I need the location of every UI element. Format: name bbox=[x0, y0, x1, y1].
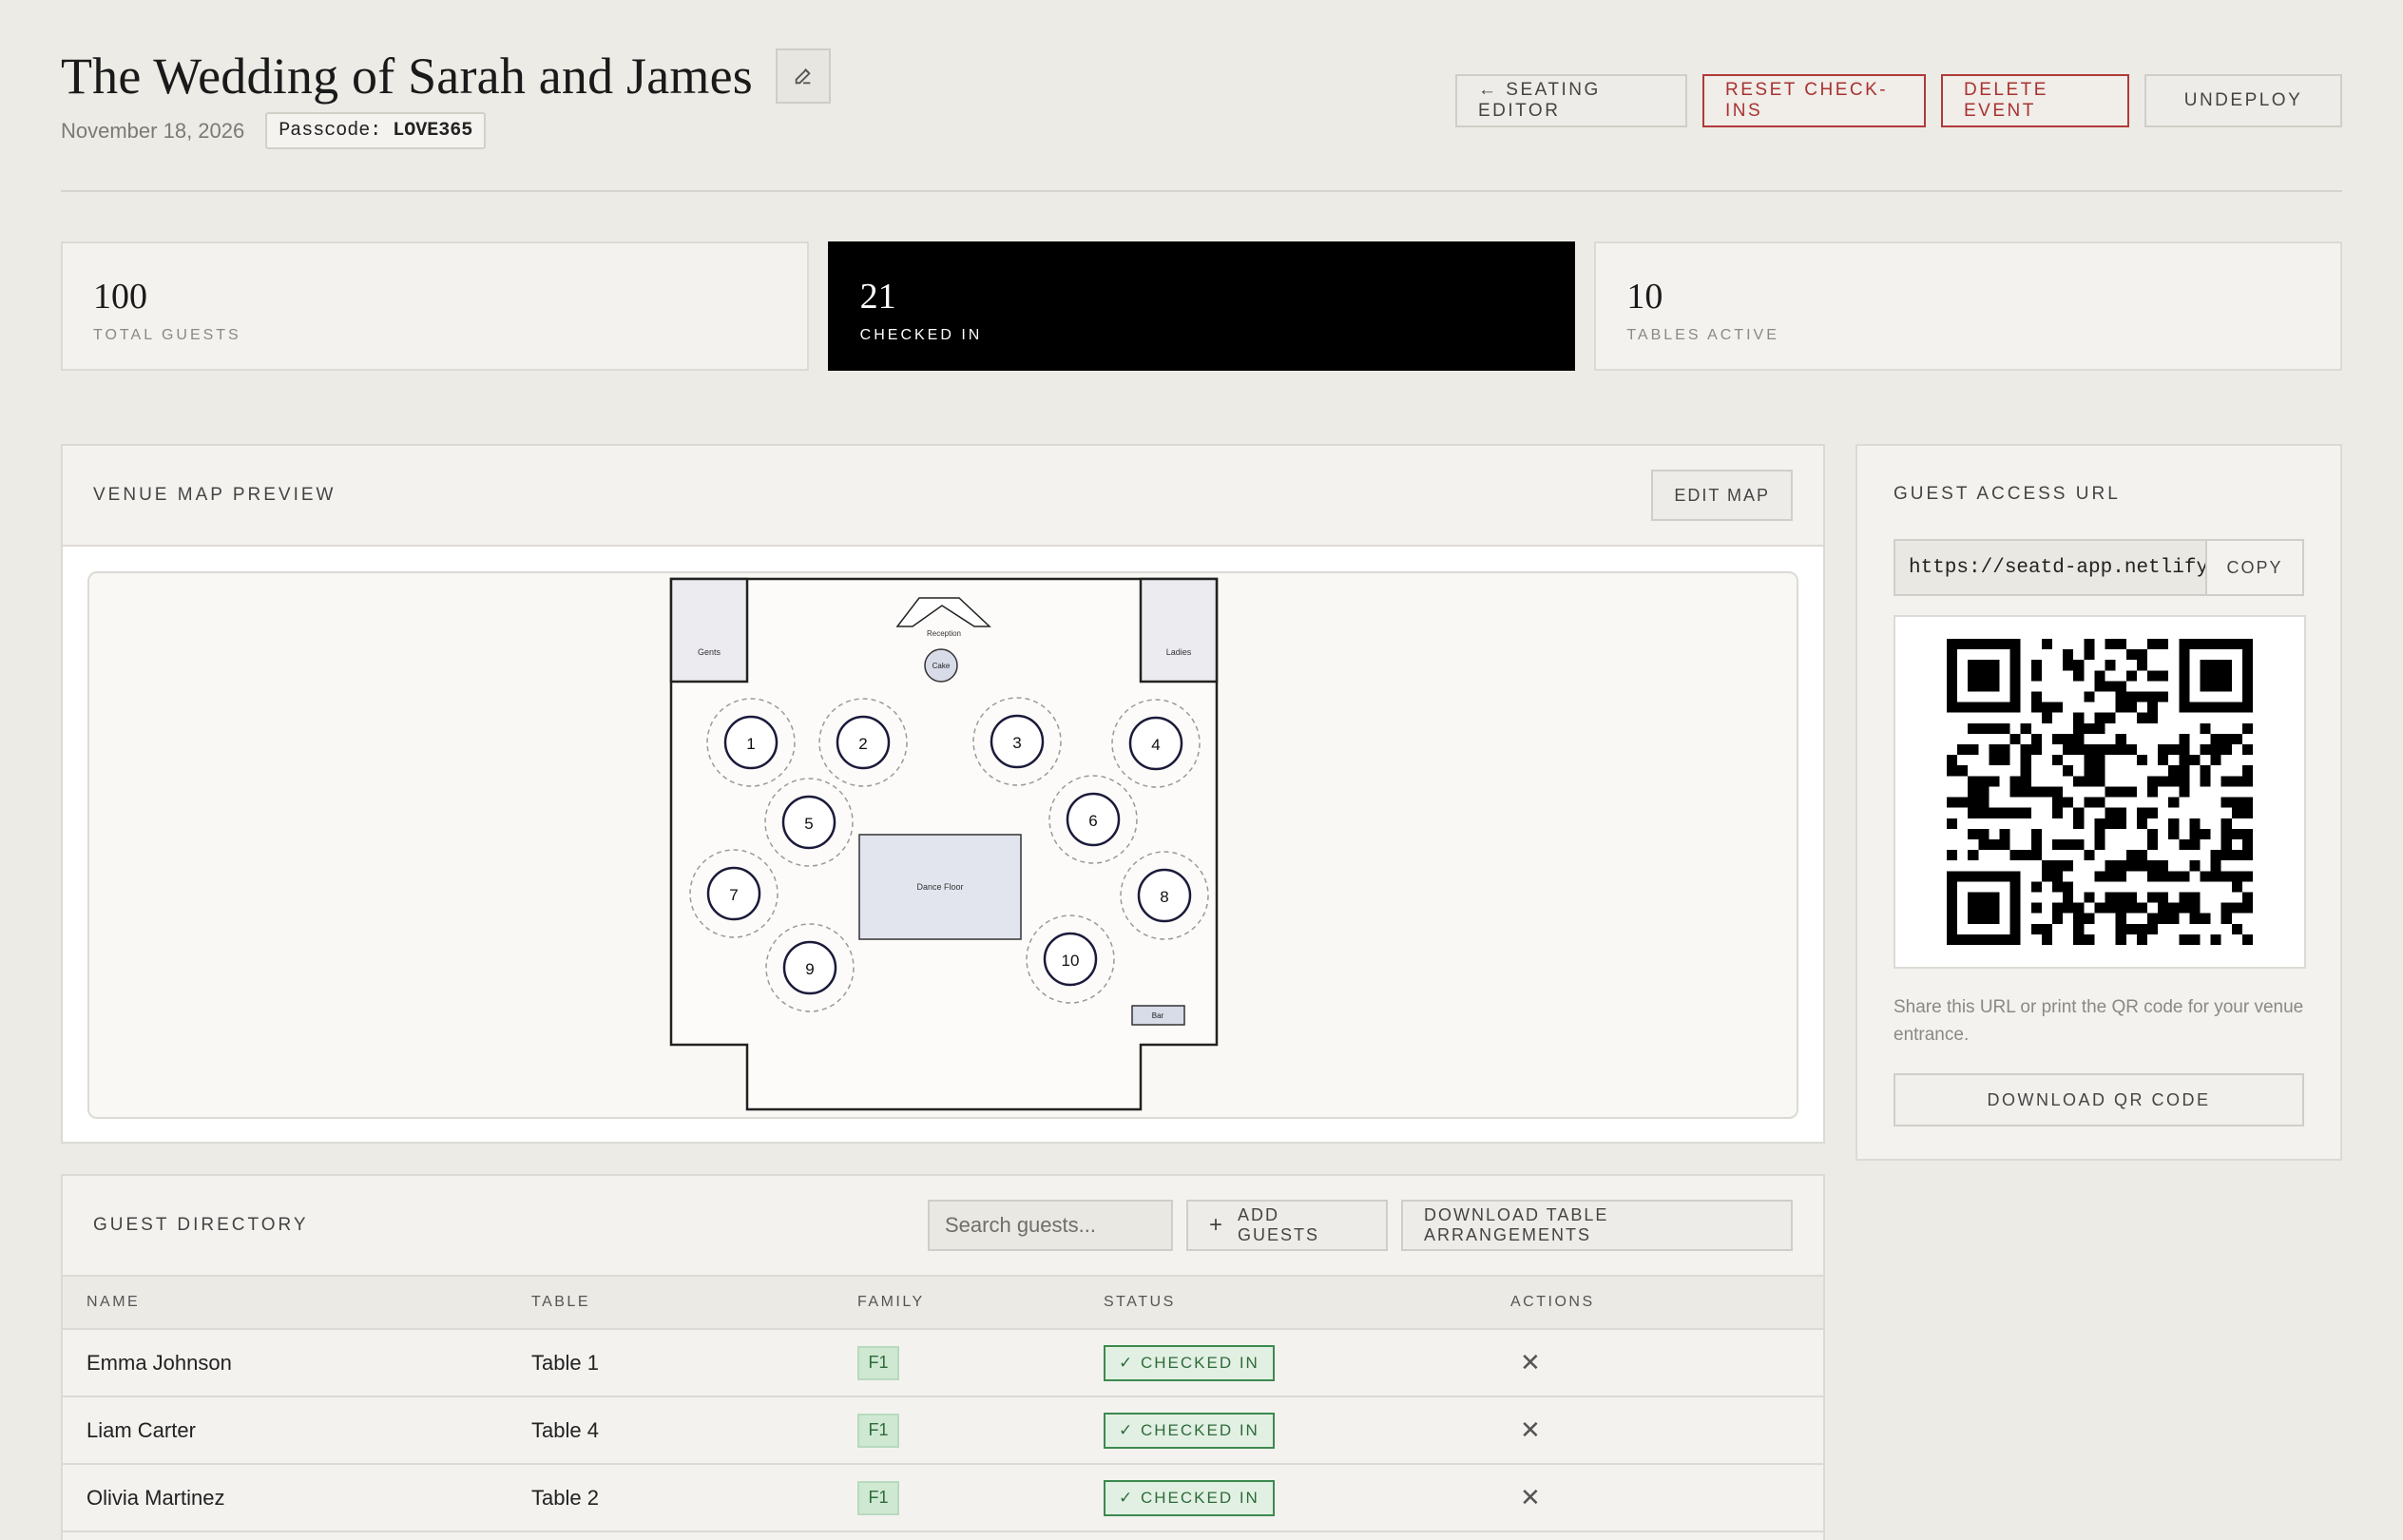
search-guests-input[interactable] bbox=[928, 1200, 1173, 1251]
guest-table: Table 4 bbox=[531, 1417, 599, 1442]
bar-label: Bar bbox=[1152, 1011, 1164, 1020]
guest-directory-card: GUEST DIRECTORY + ADD GUESTS DOWNLOAD TA… bbox=[61, 1174, 1825, 1540]
venue-map-title: VENUE MAP PREVIEW bbox=[93, 485, 336, 505]
col-table[interactable]: TABLE bbox=[531, 1294, 857, 1311]
table-row: Emma Johnson Table 1 F1 ✓ CHECKED IN ✕ bbox=[63, 1330, 1823, 1397]
table-number: 9 bbox=[805, 960, 814, 978]
status-badge[interactable]: ✓ CHECKED IN bbox=[1104, 1412, 1275, 1449]
col-name[interactable]: NAME bbox=[63, 1294, 531, 1311]
stat-checked-in: 21 CHECKED IN bbox=[827, 241, 1576, 371]
col-status[interactable]: STATUS bbox=[1104, 1294, 1510, 1311]
table-number: 8 bbox=[1160, 888, 1168, 906]
table-number: 10 bbox=[1062, 952, 1080, 970]
stats-row: 100 TOTAL GUESTS 21 CHECKED IN 10 TABLES… bbox=[61, 241, 2343, 371]
reset-checkins-button[interactable]: RESET CHECK-INS bbox=[1702, 74, 1926, 127]
guest-directory-title: GUEST DIRECTORY bbox=[93, 1215, 309, 1235]
venue-map-card: VENUE MAP PREVIEW EDIT MAP Gents Ladies … bbox=[61, 444, 1825, 1144]
url-row: https://seatd-app.netlify. COPY bbox=[1894, 539, 2304, 596]
page-title: The Wedding of Sarah and James bbox=[61, 48, 753, 105]
family-badge: F1 bbox=[857, 1480, 899, 1515]
stat-label: CHECKED IN bbox=[859, 327, 983, 343]
page-header: The Wedding of Sarah and James November … bbox=[61, 46, 2342, 192]
guest-url-field[interactable]: https://seatd-app.netlify. bbox=[1895, 541, 2205, 594]
guest-table: Table 2 bbox=[531, 1485, 599, 1510]
plus-icon: + bbox=[1209, 1212, 1225, 1238]
delete-event-button[interactable]: DELETE EVENT bbox=[1941, 74, 2129, 127]
venue-map-frame: Gents Ladies Reception Cake Dance Floor … bbox=[87, 571, 1798, 1119]
guest-access-title: GUEST ACCESS URL bbox=[1894, 484, 2121, 504]
guest-name: Olivia Martinez bbox=[87, 1485, 225, 1510]
dance-floor-label: Dance Floor bbox=[916, 882, 963, 892]
remove-guest-icon[interactable]: ✕ bbox=[1520, 1415, 1541, 1444]
table-row: Olivia Martinez Table 2 F1 ✓ CHECKED IN … bbox=[63, 1465, 1823, 1532]
ladies-label: Ladies bbox=[1166, 647, 1192, 657]
ladies-room bbox=[1139, 577, 1219, 683]
download-table-arrangements-button[interactable]: DOWNLOAD TABLE ARRANGEMENTS bbox=[1401, 1200, 1793, 1251]
stat-value: 100 bbox=[93, 277, 147, 317]
table-number: 3 bbox=[1012, 734, 1021, 752]
table-number: 4 bbox=[1151, 736, 1160, 754]
guest-table: Table 1 bbox=[531, 1350, 599, 1375]
guest-name: Liam Carter bbox=[87, 1417, 196, 1442]
cake-label: Cake bbox=[932, 662, 951, 670]
status-badge[interactable]: ✓ CHECKED IN bbox=[1104, 1344, 1275, 1381]
table-number: 1 bbox=[746, 735, 755, 753]
venue-map-area: Gents Ladies Reception Cake Dance Floor … bbox=[63, 547, 1823, 1142]
gents-label: Gents bbox=[698, 647, 721, 657]
edit-map-button[interactable]: EDIT MAP bbox=[1651, 470, 1793, 521]
pencil-icon bbox=[795, 68, 811, 85]
stat-value: 21 bbox=[859, 277, 896, 317]
add-guests-label: ADD GUESTS bbox=[1238, 1205, 1320, 1244]
guest-url-text: https://seatd-app.netlify. bbox=[1909, 556, 2205, 579]
remove-guest-icon[interactable]: ✕ bbox=[1520, 1483, 1541, 1511]
remove-guest-icon[interactable]: ✕ bbox=[1520, 1348, 1541, 1376]
reception-label: Reception bbox=[927, 629, 961, 638]
seating-editor-button[interactable]: ← SEATING EDITOR bbox=[1455, 74, 1687, 127]
access-help-text: Share this URL or print the QR code for … bbox=[1894, 997, 2304, 1045]
table-number: 7 bbox=[729, 886, 738, 904]
floor-plan: Gents Ladies Reception Cake Dance Floor … bbox=[669, 577, 1219, 1111]
col-family[interactable]: FAMILY bbox=[857, 1294, 1104, 1311]
table-number: 6 bbox=[1088, 812, 1097, 830]
table-header: NAME TABLE FAMILY STATUS ACTIONS bbox=[63, 1277, 1823, 1330]
guest-access-card: GUEST ACCESS URL https://seatd-app.netli… bbox=[1855, 444, 2342, 1161]
add-guests-button[interactable]: + ADD GUESTS bbox=[1186, 1200, 1388, 1251]
stat-label: TABLES ACTIVE bbox=[1626, 327, 1779, 343]
passcode-value: LOVE365 bbox=[393, 120, 473, 142]
guest-name: Emma Johnson bbox=[87, 1350, 232, 1375]
qr-code bbox=[1947, 639, 2253, 945]
table-number: 2 bbox=[858, 735, 867, 753]
passcode-label: Passcode: bbox=[279, 120, 382, 142]
passcode-badge: Passcode: LOVE365 bbox=[265, 112, 487, 149]
status-badge[interactable]: ✓ CHECKED IN bbox=[1104, 1479, 1275, 1516]
stat-tables-active: 10 TABLES ACTIVE bbox=[1594, 241, 2343, 371]
stat-value: 10 bbox=[1626, 277, 1663, 317]
stat-total-guests: 100 TOTAL GUESTS bbox=[61, 241, 809, 371]
table-row: Liam Carter Table 4 F1 ✓ CHECKED IN ✕ bbox=[63, 1397, 1823, 1465]
family-badge: F1 bbox=[857, 1345, 899, 1380]
gents-room bbox=[669, 577, 749, 683]
table-number: 5 bbox=[804, 815, 813, 833]
qr-code-box bbox=[1894, 615, 2306, 969]
stat-label: TOTAL GUESTS bbox=[93, 327, 241, 343]
family-badge: F1 bbox=[857, 1413, 899, 1448]
col-actions: ACTIONS bbox=[1510, 1294, 1595, 1310]
undeploy-button[interactable]: UNDEPLOY bbox=[2144, 74, 2342, 127]
download-qr-button[interactable]: DOWNLOAD QR CODE bbox=[1894, 1073, 2304, 1126]
event-date: November 18, 2026 bbox=[61, 118, 245, 143]
copy-url-button[interactable]: COPY bbox=[2205, 541, 2302, 594]
edit-title-button[interactable] bbox=[775, 48, 831, 104]
